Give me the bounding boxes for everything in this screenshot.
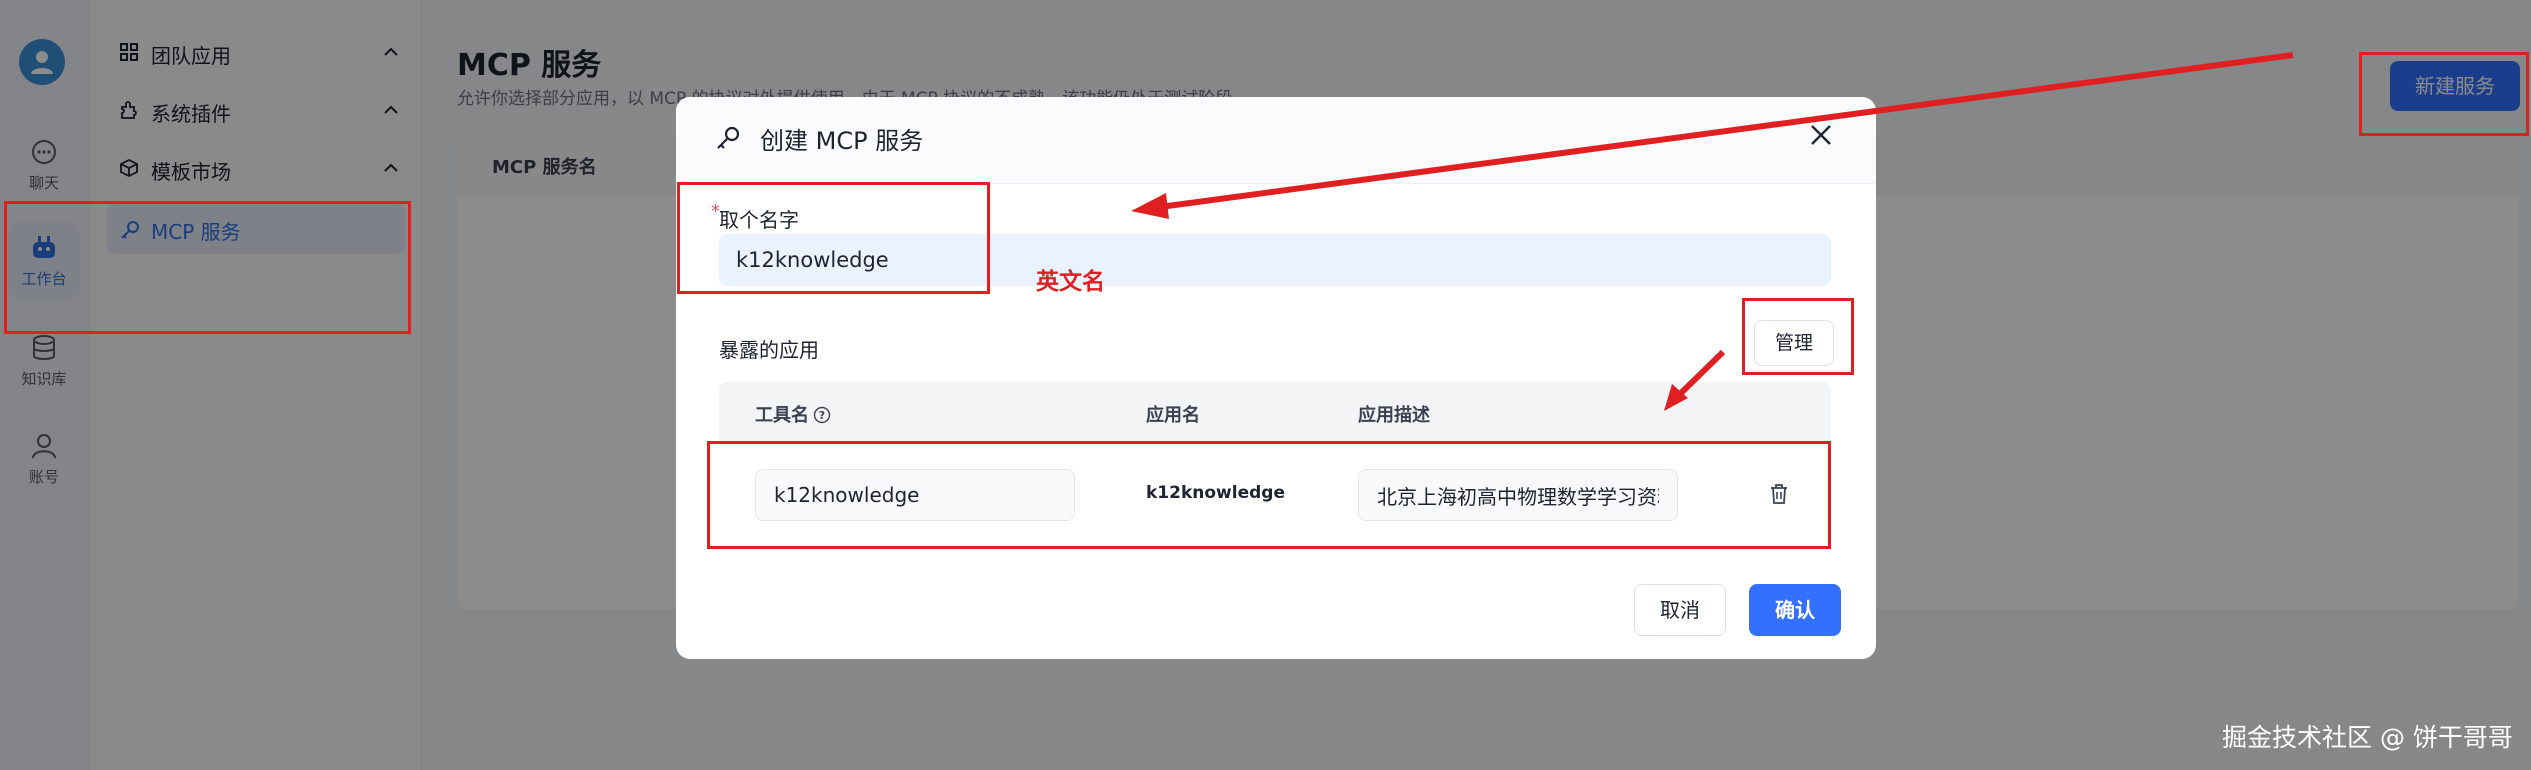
watermark: 掘金技术社区 @ 饼干哥哥 <box>2222 723 2513 752</box>
arrow-head-top <box>1131 193 1169 219</box>
arrow-line-top <box>1159 52 2294 210</box>
arrow-line-manage <box>1677 349 1726 397</box>
annotation-arrows <box>1131 52 2294 411</box>
